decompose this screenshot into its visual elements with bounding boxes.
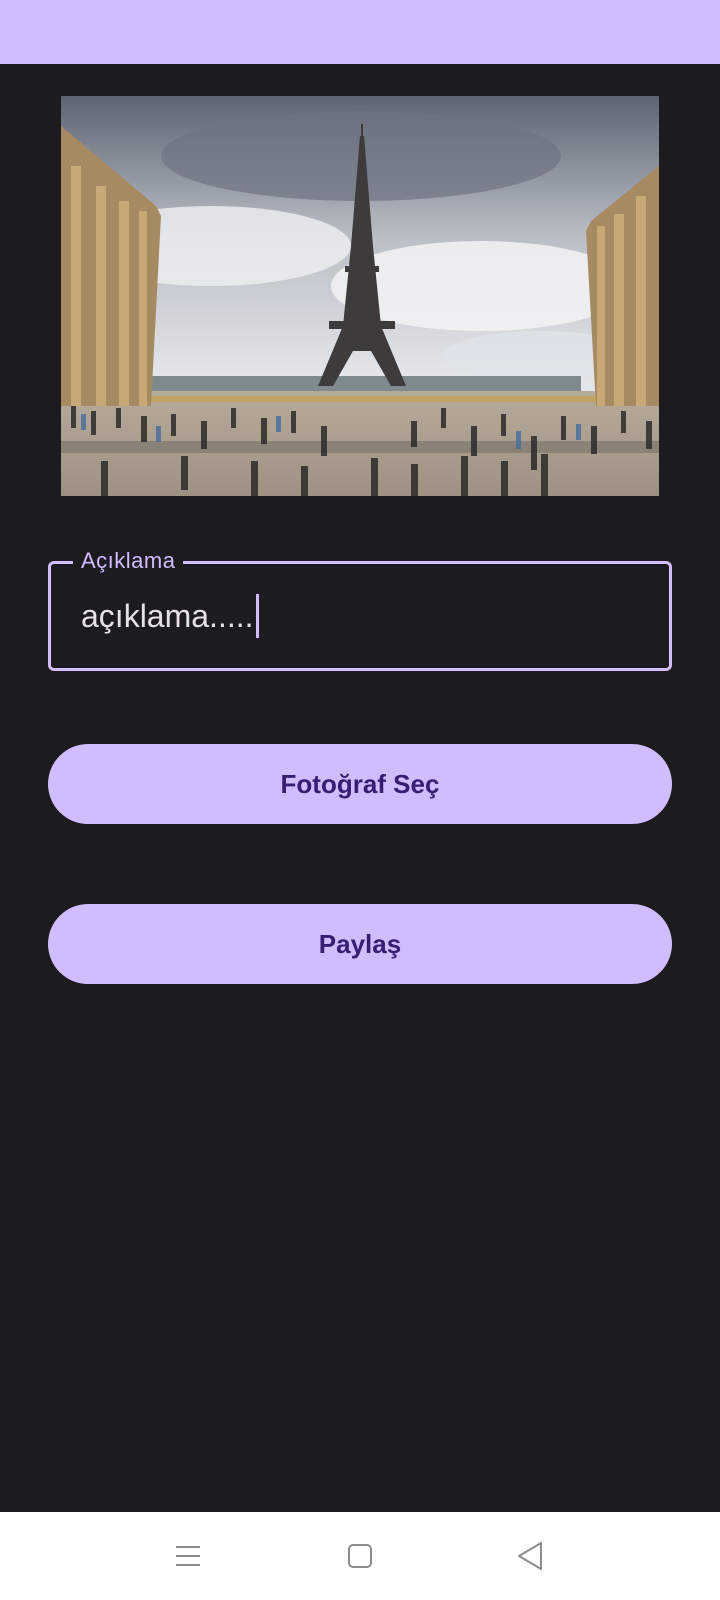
back-button[interactable] xyxy=(508,1534,552,1578)
home-icon xyxy=(348,1544,372,1568)
eiffel-tower-photo xyxy=(61,96,659,496)
description-input-text: açıklama..... xyxy=(81,598,254,634)
home-button[interactable] xyxy=(338,1534,382,1578)
back-icon xyxy=(518,1542,542,1570)
select-photo-button[interactable]: Fotoğraf Seç xyxy=(48,744,672,824)
status-bar xyxy=(0,0,720,64)
text-cursor xyxy=(255,594,259,638)
menu-icon xyxy=(176,1546,200,1566)
recents-button[interactable] xyxy=(166,1534,210,1578)
selected-photo[interactable] xyxy=(61,96,659,496)
description-input[interactable]: açıklama..... xyxy=(81,594,259,638)
system-navigation-bar xyxy=(0,1512,720,1600)
share-button[interactable]: Paylaş xyxy=(48,904,672,984)
description-field-label: Açıklama xyxy=(73,547,184,575)
description-field[interactable]: Açıklama açıklama..... xyxy=(48,547,672,671)
main-content: Açıklama açıklama..... Fotoğraf Seç Payl… xyxy=(0,64,720,1512)
